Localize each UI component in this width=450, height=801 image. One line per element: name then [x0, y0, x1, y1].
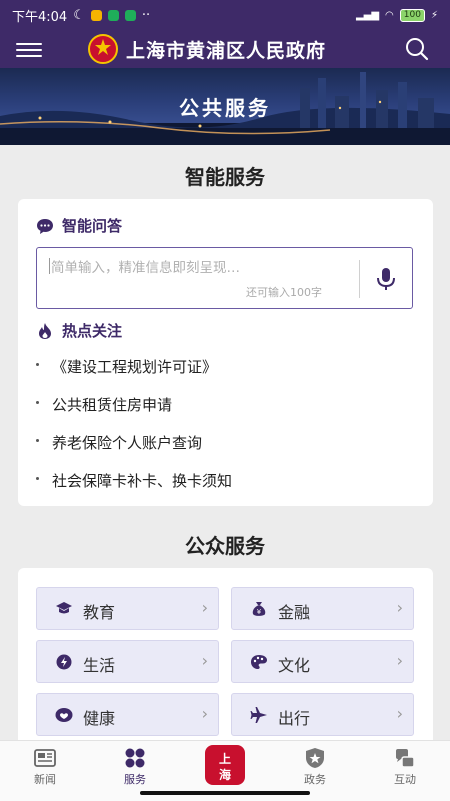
- microphone-icon[interactable]: [375, 266, 397, 292]
- svg-text:海: 海: [219, 767, 231, 782]
- service-label: 健康: [83, 709, 116, 728]
- service-label: 教育: [83, 603, 116, 622]
- svg-text:¥: ¥: [257, 608, 262, 616]
- wifi-icon: ◠: [385, 9, 394, 21]
- app-header: 上海市黄浦区人民政府: [0, 30, 450, 68]
- search-icon[interactable]: [404, 36, 430, 62]
- qa-title: 智能问答: [62, 217, 123, 235]
- tab-label: 政务: [304, 773, 326, 786]
- bullet-icon: [36, 477, 39, 480]
- badge-icon: [303, 747, 327, 769]
- battery-indicator: 100: [399, 8, 425, 22]
- char-counter: 还可输入100字: [246, 286, 322, 299]
- hot-topic-item[interactable]: 《建设工程规划许可证》: [36, 347, 416, 385]
- tab-label: 服务: [124, 773, 146, 786]
- hot-topic-item[interactable]: 养老保险个人账户查询: [36, 423, 416, 461]
- svg-text:上: 上: [219, 751, 231, 766]
- chevron-right-icon: ›: [396, 704, 403, 723]
- bullet-icon: [36, 401, 39, 404]
- charging-icon: ⚡: [430, 9, 438, 21]
- menu-button[interactable]: [16, 39, 42, 59]
- public-service-card: 教育 › ¥ 金融 › 生活 › 文化 › 健康 › 出行 ›: [18, 568, 433, 748]
- service-label: 金融: [278, 603, 311, 622]
- chevron-right-icon: ›: [396, 651, 403, 670]
- bullet-icon: [36, 363, 39, 366]
- service-health-button[interactable]: 健康 ›: [36, 693, 219, 736]
- service-label: 出行: [278, 709, 311, 728]
- text-caret: [49, 258, 50, 274]
- service-label: 文化: [278, 656, 311, 675]
- signal-icon: ▂▄▆: [355, 9, 380, 21]
- money-bag-icon: ¥: [250, 600, 268, 618]
- national-emblem-icon: [88, 34, 118, 64]
- tab-news[interactable]: 新闻: [15, 747, 75, 791]
- chevron-right-icon: ›: [201, 651, 208, 670]
- input-divider: [359, 260, 360, 298]
- hot-topics-list: 《建设工程规划许可证》 公共租赁住房申请 养老保险个人账户查询 社会保障卡补卡、…: [36, 347, 416, 499]
- chevron-right-icon: ›: [396, 598, 403, 617]
- section-title-smart: 智能服务: [185, 165, 265, 189]
- chevron-right-icon: ›: [201, 598, 208, 617]
- tab-label: 互动: [394, 773, 416, 786]
- qa-heading: 智能问答: [36, 215, 122, 236]
- airplane-icon: [250, 706, 268, 724]
- smart-service-card: 智能问答 还可输入100字 热点关注 《建设工程规划许可证》 公共租赁住房申请 …: [18, 199, 433, 506]
- grid-icon: [123, 747, 147, 769]
- notification-icon: [107, 9, 119, 21]
- lightning-icon: [55, 653, 73, 671]
- tab-services[interactable]: 服务: [105, 747, 165, 791]
- hot-topic-label: 公共租赁住房申请: [52, 395, 173, 414]
- notification-icon: [124, 9, 136, 21]
- hot-topic-label: 养老保险个人账户查询: [52, 433, 203, 452]
- hot-topic-item[interactable]: 公共租赁住房申请: [36, 385, 416, 423]
- tab-label: 新闻: [34, 773, 56, 786]
- home-indicator: [140, 791, 310, 795]
- hot-topic-label: 《建设工程规划许可证》: [52, 357, 218, 376]
- flame-icon: [36, 322, 54, 340]
- health-icon: [55, 706, 73, 724]
- bullet-icon: [36, 439, 39, 442]
- service-life-button[interactable]: 生活 ›: [36, 640, 219, 683]
- section-title-public: 公众服务: [185, 534, 265, 558]
- moon-icon: ☾: [73, 7, 85, 23]
- notification-icon: [90, 9, 102, 21]
- question-input[interactable]: [51, 256, 351, 278]
- more-notifications-icon: ··: [141, 7, 151, 23]
- chevron-right-icon: ›: [201, 704, 208, 723]
- hot-topic-label: 社会保障卡补卡、换卡须知: [52, 471, 233, 490]
- question-input-box[interactable]: 还可输入100字: [36, 247, 413, 309]
- hot-topic-item[interactable]: 社会保障卡补卡、换卡须知: [36, 461, 416, 499]
- service-label: 生活: [83, 656, 116, 675]
- hot-title: 热点关注: [62, 322, 123, 340]
- page-title: 上海市黄浦区人民政府: [126, 40, 327, 62]
- interaction-icon: [393, 747, 417, 769]
- graduation-cap-icon: [55, 600, 73, 618]
- status-time: 下午4:04: [12, 9, 68, 25]
- chat-bubble-icon: [36, 217, 54, 235]
- service-finance-button[interactable]: ¥ 金融 ›: [231, 587, 414, 630]
- banner-title: 公共服务: [179, 96, 271, 120]
- huangpu-logo-icon[interactable]: 上 海: [202, 743, 248, 787]
- tab-government[interactable]: 政务: [285, 747, 345, 791]
- newspaper-icon: [33, 747, 57, 769]
- hot-heading: 热点关注: [36, 320, 122, 341]
- palette-icon: [250, 653, 268, 671]
- service-education-button[interactable]: 教育 ›: [36, 587, 219, 630]
- service-travel-button[interactable]: 出行 ›: [231, 693, 414, 736]
- service-culture-button[interactable]: 文化 ›: [231, 640, 414, 683]
- banner: 公共服务: [0, 68, 450, 145]
- tab-interaction[interactable]: 互动: [375, 747, 435, 791]
- status-bar: 下午4:04 ☾ ·· ▂▄▆ ◠ 100 ⚡: [0, 0, 450, 30]
